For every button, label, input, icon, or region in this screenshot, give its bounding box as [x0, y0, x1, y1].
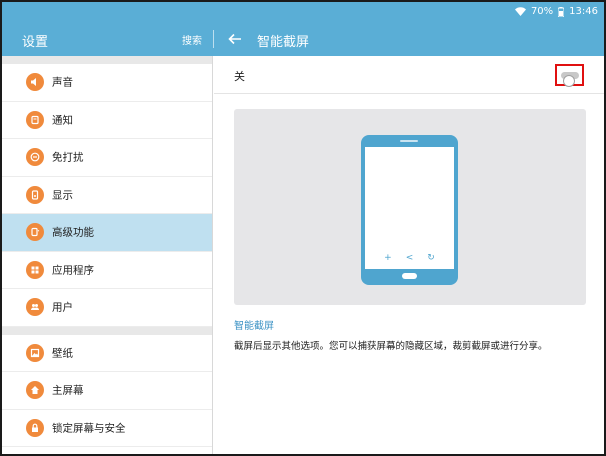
page-title: 智能截屏: [257, 35, 310, 50]
master-switch-row[interactable]: 关: [214, 56, 604, 94]
settings-title: 设置: [22, 35, 49, 50]
status-indicators: 70% 13:46: [514, 6, 598, 17]
crop-icon: ↻: [427, 253, 435, 263]
feature-title: 智能截屏: [234, 321, 274, 332]
sidebar-item-advanced-features[interactable]: 高级功能: [2, 214, 212, 252]
apps-icon: [26, 260, 44, 279]
sidebar-item-label: 通知: [52, 114, 73, 127]
app-bar: 设置 搜索 智能截屏: [2, 22, 604, 56]
switch-state-label: 关: [234, 70, 245, 83]
sidebar-item-label: 壁纸: [52, 347, 73, 360]
toggle-switch[interactable]: [561, 72, 579, 87]
toggle-knob[interactable]: [563, 75, 575, 87]
sidebar-item-volume[interactable]: 声音: [2, 64, 212, 102]
feature-illustration: + < ↻: [234, 109, 586, 305]
sidebar-item-do-not-disturb[interactable]: 免打扰: [2, 139, 212, 177]
header-divider: [213, 30, 214, 48]
sidebar-group-device: 声音通知免打扰显示高级功能应用程序用户: [2, 64, 212, 327]
sidebar-item-notification[interactable]: 通知: [2, 102, 212, 139]
wallpaper-icon: [26, 343, 44, 362]
sidebar-group-personal: 壁纸主屏幕锁定屏幕与安全: [2, 335, 212, 447]
users-icon: [26, 298, 44, 317]
battery-icon: [558, 6, 565, 17]
sidebar-item-apps[interactable]: 应用程序: [2, 252, 212, 289]
phone-screen: + < ↻: [365, 147, 454, 269]
battery-percent: 70%: [530, 6, 554, 17]
group-divider: [2, 56, 212, 64]
sidebar-item-wallpaper[interactable]: 壁纸: [2, 335, 212, 372]
home-icon: [26, 381, 44, 400]
sidebar-item-label: 用户: [52, 301, 73, 314]
share-icon: <: [405, 253, 414, 263]
back-arrow-icon[interactable]: [228, 31, 242, 45]
phone-illustration: + < ↻: [361, 135, 458, 285]
sidebar-item-label: 免打扰: [52, 151, 84, 164]
settings-sidebar: 声音通知免打扰显示高级功能应用程序用户 壁纸主屏幕锁定屏幕与安全: [2, 56, 213, 454]
sidebar-item-label: 显示: [52, 189, 73, 202]
sidebar-item-lock[interactable]: 锁定屏幕与安全: [2, 410, 212, 447]
clock: 13:46: [569, 6, 598, 17]
do-not-disturb-icon: [26, 148, 44, 167]
group-divider: [2, 326, 212, 335]
feature-description: 截屏后显示其他选项。您可以捕获屏幕的隐藏区域，裁剪截屏或进行分享。: [234, 341, 548, 352]
status-bar: 70% 13:46: [2, 2, 604, 22]
sidebar-item-label: 高级功能: [52, 226, 94, 239]
settings-window: 70% 13:46 设置 搜索 智能截屏 声音通知免打扰显示高级功能应用程序用户…: [0, 0, 606, 456]
volume-icon: [26, 73, 44, 92]
detail-pane: 关 + < ↻ 智能截屏 截屏后显示其他选项。您可以捕获屏幕的隐藏区域，裁剪截屏…: [214, 56, 604, 454]
lock-icon: [26, 418, 44, 437]
sidebar-item-label: 锁定屏幕与安全: [52, 422, 126, 435]
sidebar-item-label: 应用程序: [52, 264, 94, 277]
display-icon: [26, 185, 44, 204]
sidebar-item-display[interactable]: 显示: [2, 177, 212, 214]
sidebar-item-home[interactable]: 主屏幕: [2, 372, 212, 410]
screenshot-toolbar: + < ↻: [365, 253, 454, 263]
search-button[interactable]: 搜索: [182, 32, 202, 47]
wifi-icon: [514, 7, 526, 16]
toggle-highlight-box: [555, 64, 584, 87]
sidebar-item-label: 声音: [52, 76, 73, 89]
expand-capture-icon: +: [384, 253, 392, 263]
sidebar-item-users[interactable]: 用户: [2, 289, 212, 327]
notification-icon: [26, 110, 44, 129]
settings-header: 设置 搜索: [2, 22, 212, 56]
phone-speaker: [400, 140, 418, 142]
advanced-features-icon: [26, 223, 44, 242]
sidebar-item-label: 主屏幕: [52, 384, 84, 397]
phone-home-button: [402, 273, 417, 279]
